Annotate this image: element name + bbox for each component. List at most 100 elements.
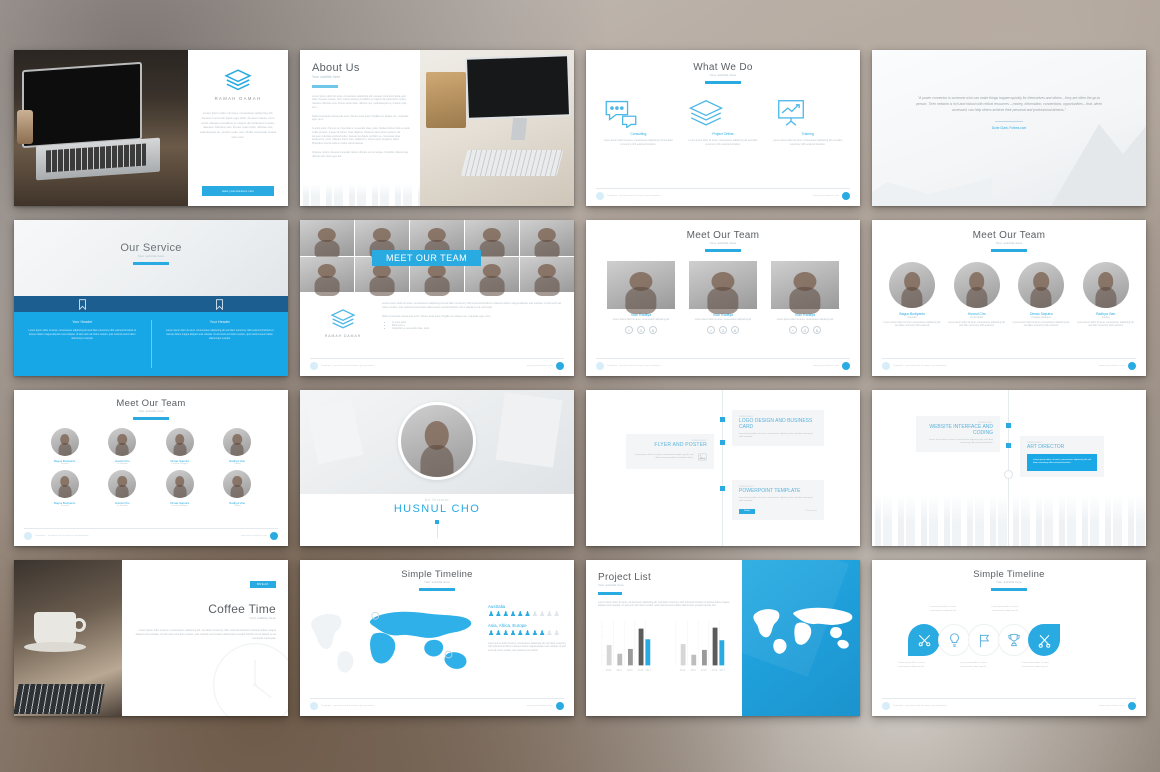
team-member[interactable]: Radhya Vian Coding	[209, 470, 267, 507]
layers-logo-icon	[224, 68, 252, 92]
slide-meet-our-team-3[interactable]: Meet Our Team Your subtitle here Vian Ra…	[586, 220, 860, 376]
facebook-icon[interactable]: f	[707, 326, 715, 335]
team-member[interactable]: Bagus Budiyanto Founder	[36, 428, 94, 465]
page-title: What We Do	[693, 62, 753, 73]
page-subtitle: Your subtitle here	[709, 73, 737, 77]
page-subtitle: Your subtitle here	[138, 409, 164, 413]
tools-icon	[918, 634, 930, 646]
member-name: Vian Raditya	[630, 313, 652, 317]
step-icon-wrap[interactable]	[908, 624, 940, 656]
card-text: Lorem ipsum dolor sit amet, consectetuer…	[929, 439, 993, 445]
team-member[interactable]: Husnul Cho Co Founder	[94, 428, 152, 465]
timeline-card[interactable]: FEBRUARY POWERPOINT TEMPLATE Lorem ipsum…	[732, 480, 824, 520]
step-icon-wrap[interactable]	[968, 624, 1000, 656]
slide-project-list[interactable]: Project List Your subtitle here Lorem ip…	[586, 560, 860, 716]
title-rule	[991, 588, 1027, 591]
footer-logo-icon	[882, 362, 890, 370]
svg-text:2017: 2017	[645, 669, 651, 672]
facebook-icon[interactable]: f	[625, 326, 633, 335]
people-pictogram: ♟ ♟ ♟ ♟ ♟ ♟ ♟ ♟ ♟ ♟	[488, 611, 560, 618]
timeline-card[interactable]: FEBRUARY WEBSITE INTERFACE AND CODING Lo…	[916, 416, 1000, 452]
coffee-cup-icon	[34, 612, 76, 646]
google-plus-icon[interactable]: G	[719, 326, 727, 335]
footer-logo-icon	[24, 532, 32, 540]
service-item[interactable]: Consulting Lorem ipsum dolor sit amet, c…	[603, 98, 673, 146]
slide-about-us[interactable]: About Us Your subtitle here Lorem ipsum …	[300, 50, 574, 206]
slide-timeline-cards-b[interactable]: FEBRUARY WEBSITE INTERFACE AND CODING Lo…	[872, 390, 1146, 546]
timeline-card[interactable]: FEBRUARY ART DIRECTOR Lorem ipsum dolor …	[1020, 436, 1104, 477]
service-item[interactable]: Training Lorem ipsum dolor sit amet, con…	[773, 98, 843, 146]
footer-right-text: www.yoursitehere.com	[812, 195, 839, 197]
google-plus-icon[interactable]: G	[801, 326, 809, 335]
team-member[interactable]: Dimas Saputra Creative Designer	[151, 428, 209, 465]
service-item[interactable]: Project Online Lorem ipsum dolor sit ame…	[688, 98, 758, 146]
skyline-decoration	[300, 184, 420, 206]
step-icon-wrap[interactable]	[1028, 624, 1060, 656]
member-role: Founder	[60, 505, 69, 507]
title-rule	[312, 85, 338, 88]
step-icon-wrap[interactable]	[938, 624, 970, 656]
timeline-marker	[720, 486, 725, 491]
service-column[interactable]: Your Header Lorem ipsum dolor sit amet, …	[14, 312, 151, 376]
slide-timeline-icons[interactable]: Simple Timeline Your subtitle here Lorem…	[872, 560, 1146, 716]
behance-icon[interactable]: B	[649, 326, 657, 335]
project-text: Lorem ipsum dolor sit amet, consectetuer…	[598, 600, 730, 608]
slide-quote[interactable]: "A power connector is someone who can ma…	[872, 50, 1146, 206]
slide-what-we-do[interactable]: What We Do Your subtitle here Consulting…	[586, 50, 860, 206]
team-member[interactable]: Dimas Saputra Creative Designer Lorem ip…	[1012, 262, 1070, 329]
facebook-icon[interactable]: f	[789, 326, 797, 335]
slide-timeline-map[interactable]: Simple Timeline Your subtitle here Austr…	[300, 560, 574, 716]
card-text: Lorem ipsum dolor sit amet, consectetuer…	[739, 433, 813, 439]
footer-logo-icon	[882, 702, 890, 710]
slide-footer: Template - professional business present…	[882, 698, 1136, 710]
slide-profile[interactable]: Art Director HUSNUL CHO	[300, 390, 574, 546]
team-member[interactable]: Dimas Saputra Creative Designer	[151, 470, 209, 507]
timeline-card[interactable]: FEBRUARY LOGO DESIGN AND BUSINESS CARD L…	[732, 410, 824, 446]
google-plus-icon[interactable]: G	[637, 326, 645, 335]
team-member[interactable]: Radhya Vian Coding Lorem ipsum dolor sit…	[1077, 262, 1135, 329]
page-subtitle: Your subtitle here	[996, 580, 1022, 584]
behance-icon[interactable]: B	[731, 326, 739, 335]
team-member[interactable]: Vian Raditya Lorem ipsum dolor sit amet,…	[771, 261, 839, 335]
title-rule	[991, 249, 1027, 252]
member-role: Coding	[1101, 316, 1110, 319]
title-rule	[705, 249, 741, 252]
step-icon-wrap[interactable]	[998, 624, 1030, 656]
saucer-icon	[24, 642, 86, 652]
slide-meet-our-team-8[interactable]: Meet Our Team Your subtitle here Bagus B…	[14, 390, 288, 546]
service-text: Lorem ipsum dolor sit amet, consectetuer…	[773, 139, 843, 146]
team-member[interactable]: Husnul Cho Co Founder	[94, 470, 152, 507]
team-member[interactable]: Bagus Budiyanto Founder	[36, 470, 94, 507]
team-member[interactable]: Vian Raditya Lorem ipsum dolor sit amet,…	[607, 261, 675, 335]
slide-timeline-cards-a[interactable]: FEBRUARY FLYER AND POSTER Lorem ipsum do…	[586, 390, 860, 546]
card-follow-button[interactable]: Follow	[739, 508, 756, 514]
slide-cover[interactable]: RAMAH DAMAH Lorem ipsum dolor sit amet, …	[14, 50, 288, 206]
slide-meet-our-team-banner[interactable]: MEET OUR TEAM RAMAH DAMAH Lorem ipsum do…	[300, 220, 574, 376]
footer-right-text: www.yoursitehere.com	[240, 535, 267, 537]
footer-left-text: Template - professional business present…	[321, 365, 375, 367]
team-body: Lorem ipsum dolor sit amet, consectetuer…	[382, 302, 561, 309]
slide-coffee-time[interactable]: BREAK Coffee Time Your subtitle here Lor…	[14, 560, 288, 716]
scissors-icon	[1038, 634, 1050, 648]
page-subtitle: Your subtitle here	[598, 583, 624, 587]
team-member[interactable]: Husnul Cho Co Founder Lorem ipsum dolor …	[948, 262, 1006, 329]
slide-meet-our-team-4[interactable]: Meet Our Team Your subtitle here Bagus B…	[872, 220, 1146, 376]
cover-cta-button[interactable]: www.yoursitehere.com	[202, 186, 274, 196]
member-role: Creative Designer	[171, 505, 189, 507]
behance-icon[interactable]: B	[813, 326, 821, 335]
step-text-above: Lorem ipsum dolor sit amet, consectetuer…	[991, 606, 1019, 612]
footer-page-dot	[556, 362, 564, 370]
page-title: Meet Our Team	[972, 230, 1046, 241]
team-member[interactable]: Radhya Vian Coding	[209, 428, 267, 465]
timeline-card[interactable]: FEBRUARY FLYER AND POSTER Lorem ipsum do…	[626, 434, 714, 469]
slide-our-service[interactable]: Our Service Your subtitle here Your Head…	[14, 220, 288, 376]
team-member[interactable]: Vian Raditya Lorem ipsum dolor sit amet,…	[689, 261, 757, 335]
service-column[interactable]: Your Header Lorem ipsum dolor sit amet, …	[152, 312, 289, 376]
page-subtitle: Your subtitle here	[709, 241, 737, 245]
brand-name: RAMAH DAMAH	[324, 334, 362, 338]
quote-author: Dorie Clark, Forbes.com	[991, 126, 1027, 131]
member-text: Lorem ipsum dolor sit amet, consectetuer…	[1077, 322, 1135, 328]
team-member[interactable]: Bagus Budiyanto Founder Lorem ipsum dolo…	[883, 262, 941, 329]
page-title: About Us	[312, 62, 360, 74]
page-title: Simple Timeline	[973, 569, 1045, 580]
